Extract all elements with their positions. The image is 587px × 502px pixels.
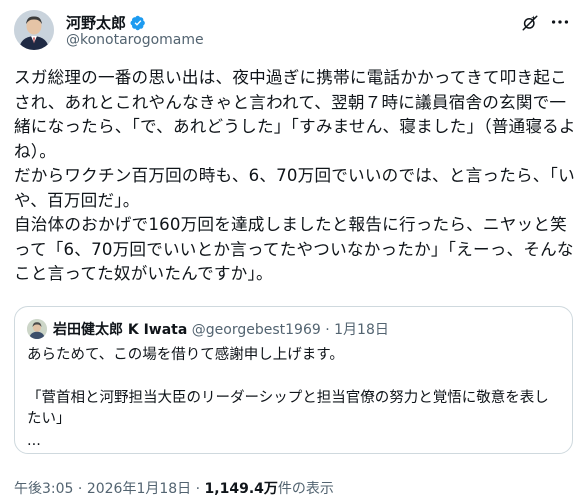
verified-badge-icon [130, 15, 145, 30]
views-count: 1,149.4万 [204, 481, 278, 497]
tweet-paragraph: 自治体のおかげで160万回を達成しましたと報告に行ったら、ニヤッと笑って「6、7… [14, 215, 574, 283]
grok-icon[interactable] [521, 14, 539, 32]
quoted-author-handle[interactable]: @georgebest1969 [192, 322, 321, 338]
quoted-author-name[interactable]: 岩田健太郎 K Iwata [53, 322, 187, 338]
quoted-ellipsis: ... [27, 432, 41, 449]
author-display-name[interactable]: 河野太郎 [66, 12, 126, 33]
tweet-text: スガ総理の一番の思い出は、夜中過ぎに携帯に電話かかってきて叩き起こされ、あれとこ… [14, 66, 580, 287]
quoted-separator: · [325, 322, 330, 338]
tweet-time[interactable]: 午後3:05 [14, 481, 73, 497]
tweet-date[interactable]: 2026年1月18日 [87, 481, 191, 497]
author-avatar[interactable] [14, 10, 54, 50]
meta-separator: · [195, 481, 201, 497]
quoted-tweet-card[interactable]: 岩田健太郎 K Iwata @georgebest1969 · 1月18日 あら… [14, 306, 573, 454]
views-label: 件の表示 [277, 481, 334, 497]
quoted-line: あらためて、この場を借りて感謝申し上げます。 [27, 347, 344, 363]
quoted-author-avatar[interactable] [27, 319, 47, 339]
quoted-line: 「菅首相と河野担当大臣のリーダーシップと担当官僚の努力と覚悟に敬意を表したい」 [27, 389, 549, 428]
tweet-metadata: 午後3:05 · 2026年1月18日 · 1,149.4万件の表示 [14, 478, 334, 498]
tweet-paragraph: だからワクチン百万回の時も、6、70万回でいいのでは、と言ったら、「いや、百万回… [14, 166, 575, 210]
quoted-line-gap [27, 367, 557, 388]
meta-separator: · [77, 481, 83, 497]
tweet-header: 河野太郎 @konotarogomame [14, 10, 573, 54]
author-handle[interactable]: @konotarogomame [66, 32, 204, 48]
quoted-avatar-portrait [27, 319, 47, 339]
quoted-date[interactable]: 1月18日 [334, 322, 389, 338]
tweet-paragraph: スガ総理の一番の思い出は、夜中過ぎに携帯に電話かかってきて叩き起こされ、あれとこ… [14, 68, 576, 161]
quoted-tweet-text: あらためて、この場を借りて感謝申し上げます。 「菅首相と河野担当大臣のリーダーシ… [27, 345, 557, 452]
quoted-tweet-header: 岩田健太郎 K Iwata @georgebest1969 · 1月18日 [53, 319, 389, 339]
avatar-portrait [14, 10, 54, 50]
more-options-icon[interactable] [549, 12, 571, 32]
